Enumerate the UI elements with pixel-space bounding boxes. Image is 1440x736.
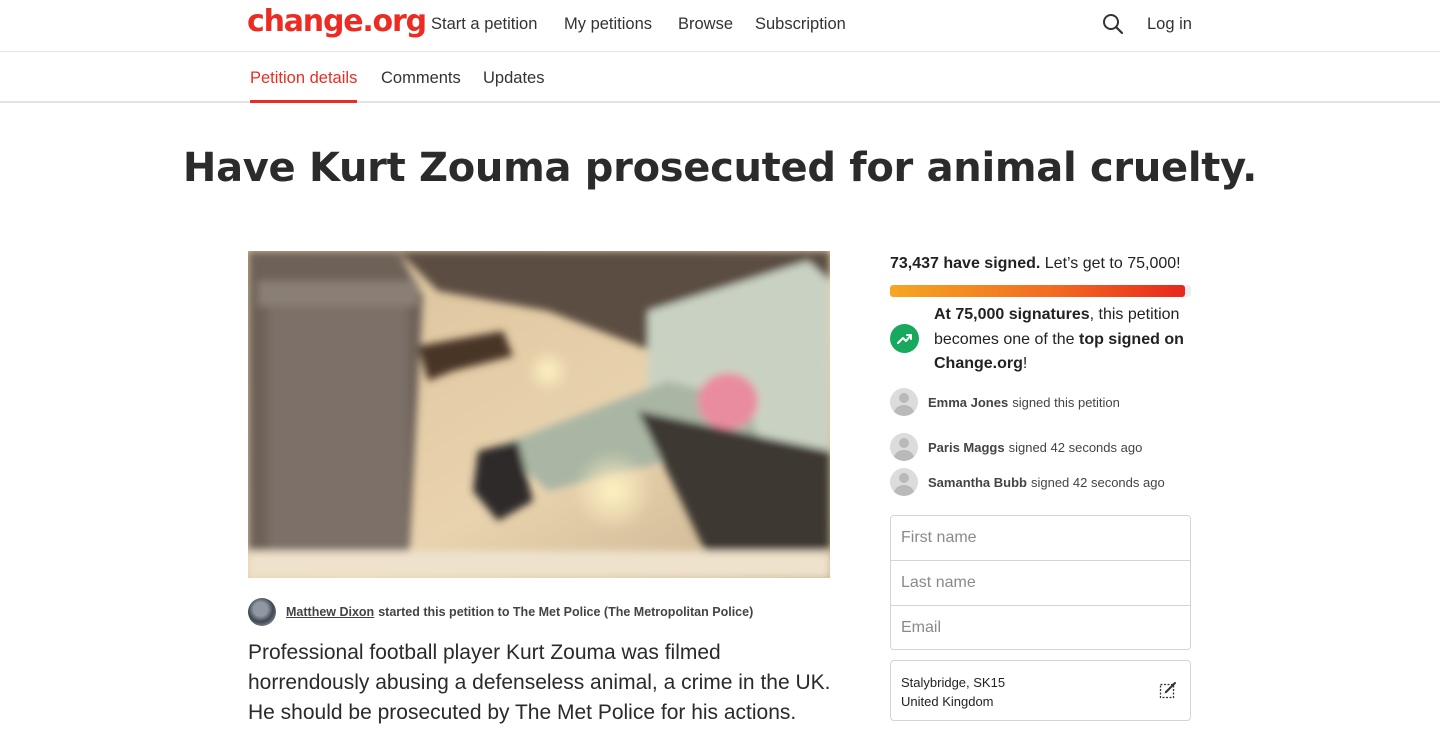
milestone-target: At 75,000 signatures xyxy=(934,306,1090,323)
recent-signer: Samantha Bubb signed 42 seconds ago xyxy=(890,468,1165,496)
login-link[interactable]: Log in xyxy=(1147,14,1192,34)
email-input[interactable] xyxy=(891,606,1190,649)
tab-petition-details[interactable]: Petition details xyxy=(250,68,357,88)
petition-starter: Matthew Dixon started this petition to T… xyxy=(248,598,753,626)
top-navbar: change.org Start a petition My petitions… xyxy=(0,0,1440,52)
edit-location-icon[interactable] xyxy=(1158,680,1178,700)
signer-avatar-icon xyxy=(890,468,918,496)
trending-up-icon xyxy=(890,324,919,353)
video-still-image xyxy=(248,251,830,578)
signed-count-number: 73,437 have signed. xyxy=(890,255,1041,272)
signature-progress-bar xyxy=(890,285,1191,297)
location-country: United Kingdom xyxy=(901,694,994,709)
signer-name: Samantha Bubb xyxy=(928,474,1027,490)
location-field[interactable]: Stalybridge, SK15 United Kingdom xyxy=(890,660,1191,721)
nav-my-petitions[interactable]: My petitions xyxy=(564,14,652,34)
milestone-end: ! xyxy=(1022,355,1028,372)
recent-signer: Paris Maggs signed 42 seconds ago xyxy=(890,433,1142,461)
signer-status: signed 42 seconds ago xyxy=(1030,474,1165,490)
starter-avatar[interactable] xyxy=(248,598,276,626)
milestone-message: At 75,000 signatures, this petition beco… xyxy=(934,303,1204,377)
last-name-input[interactable] xyxy=(891,561,1190,606)
nav-browse[interactable]: Browse xyxy=(678,14,733,34)
active-tab-indicator xyxy=(250,100,357,103)
nav-subscription[interactable]: Subscription xyxy=(755,14,846,34)
petition-video-thumbnail[interactable] xyxy=(248,251,830,578)
first-name-input[interactable] xyxy=(891,516,1190,561)
signer-name: Paris Maggs xyxy=(928,439,1005,455)
location-city: Stalybridge, SK15 xyxy=(901,675,1006,690)
petition-description: Professional football player Kurt Zouma … xyxy=(248,641,831,724)
petition-title: Have Kurt Zouma prosecuted for animal cr… xyxy=(182,145,1258,191)
search-icon[interactable] xyxy=(1101,12,1125,36)
signer-avatar-icon xyxy=(890,388,918,416)
signer-name: Emma Jones xyxy=(928,394,1009,410)
signature-count: 73,437 have signed. Let’s get to 75,000! xyxy=(890,254,1181,274)
starter-target-text: started this petition to The Met Police … xyxy=(378,605,754,619)
signer-status: signed 42 seconds ago xyxy=(1008,439,1143,455)
starter-name-link[interactable]: Matthew Dixon xyxy=(286,605,374,619)
signer-status: signed this petition xyxy=(1012,394,1120,410)
signer-avatar-icon xyxy=(890,433,918,461)
petition-tabs: Petition details Comments Updates xyxy=(0,52,1440,103)
tab-comments[interactable]: Comments xyxy=(381,68,461,88)
recent-signer: Emma Jones signed this petition xyxy=(890,388,1120,416)
nav-start-petition[interactable]: Start a petition xyxy=(431,14,537,34)
progress-fill xyxy=(890,285,1185,297)
sign-petition-form xyxy=(890,515,1191,650)
tab-updates[interactable]: Updates xyxy=(483,68,544,88)
change-org-logo[interactable]: change.org xyxy=(247,4,427,40)
signature-goal: Let’s get to 75,000! xyxy=(1044,255,1181,272)
